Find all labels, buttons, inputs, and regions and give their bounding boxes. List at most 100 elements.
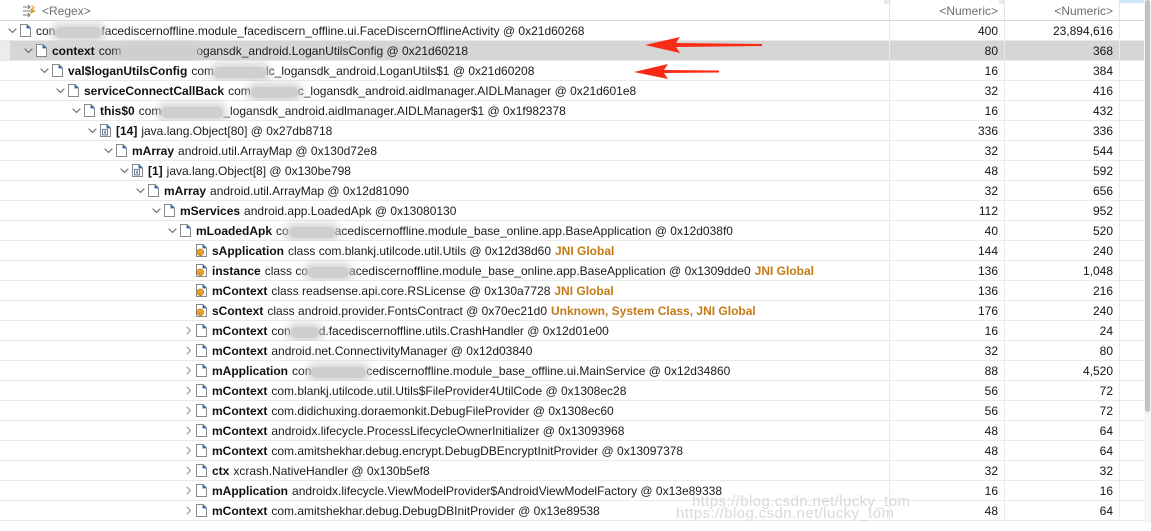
tree-row-label[interactable]: mApplication androidx.lifecycle.ViewModel… [182,481,722,500]
chevron-right-icon[interactable] [182,401,195,420]
tree-row-label[interactable]: [1] java.lang.Object[8] @ 0x130be798 [118,161,351,180]
tree-row-label[interactable]: this$0 com _logansdk_android.aidlmanager.A… [70,101,566,120]
tree-row[interactable]: context com ogansdk_android.LoganUtilsConf… [0,41,1151,61]
tree-row[interactable]: mArray android.util.ArrayMap @ 0x130d72e8… [0,141,1151,161]
tree-row-text: sApplication class com.blankj.utilcode.ut… [212,244,614,258]
tree-row[interactable]: mContext com.amitshekhar.debug.encrypt.De… [0,441,1151,461]
chevron-down-icon[interactable] [166,221,179,240]
tree-row[interactable]: mServices android.app.LoadedApk @ 0x13080… [0,201,1151,221]
tree-row-label[interactable]: con facediscernoffline.module_facediscern… [6,21,584,40]
chevron-right-icon[interactable] [182,381,195,400]
chevron-down-icon[interactable] [38,61,51,80]
tree-row[interactable]: mContext con d.facediscernoffline.utils.Cr… [0,321,1151,341]
column-header-shallow-size[interactable]: <Numeric> [890,2,1005,19]
column-separator-2 [1004,161,1005,180]
tree-row[interactable]: mContext com.didichuxing.doraemonkit.Debu… [0,401,1151,421]
instance-icon [195,501,208,520]
tree-row-label[interactable]: serviceConnectCallBack com c_logansdk_andr… [54,81,636,100]
vertical-scrollbar[interactable] [1144,0,1151,531]
tree-row-label[interactable]: mArray android.util.ArrayMap @ 0x12d81090 [134,181,409,200]
tree-row[interactable]: [14] java.lang.Object[80] @ 0x27db8718 336… [0,121,1151,141]
column-header-retained-size[interactable]: <Numeric> [1005,2,1120,19]
tree-row[interactable]: mContext com.blankj.utilcode.util.Utils$F… [0,381,1151,401]
regex-filter-input[interactable]: <Regex> [0,2,91,20]
column-separator-2 [1004,281,1005,300]
chevron-down-icon[interactable] [6,21,19,40]
chevron-right-icon[interactable] [182,321,195,340]
row-gutter [0,441,10,460]
chevron-down-icon[interactable] [70,101,83,120]
chevron-down-icon[interactable] [134,181,147,200]
instance-icon [195,341,208,360]
tree-row-label[interactable]: ctx xcrash.NativeHandler @ 0x130b5ef8 [182,461,430,480]
tree-row-label[interactable]: mContext con d.facediscernoffline.utils.Cr… [182,321,609,340]
tree-row[interactable]: mApplication con cediscernoffline.module_b… [0,361,1151,381]
tree-row[interactable]: mApplication androidx.lifecycle.ViewModel… [0,481,1151,501]
tree-row-label[interactable]: mApplication con cediscernoffline.module_b… [182,361,730,380]
vertical-scrollbar-thumb[interactable] [1145,0,1150,412]
tree-row[interactable]: [1] java.lang.Object[8] @ 0x130be798 48 592 [0,161,1151,181]
tree-row-label[interactable]: mLoadedApk co acediscernoffline.module_bas… [166,221,733,240]
tree-row-label[interactable]: mArray android.util.ArrayMap @ 0x130d72e8 [102,141,377,160]
column-separator-2 [1004,421,1005,440]
field-name: sContext [212,303,264,318]
chevron-down-icon[interactable] [102,141,115,160]
field-name: mApplication [212,363,289,378]
chevron-right-icon[interactable] [182,421,195,440]
tree-row[interactable]: c sApplication class com.blankj.utilcode.u… [0,241,1151,261]
cell-shallow-size: 16 [890,321,1005,340]
tree-row[interactable]: c sContext class android.provider.FontsCon… [0,301,1151,321]
chevron-down-icon[interactable] [54,81,67,100]
chevron-down-icon[interactable] [118,161,131,180]
chevron-right-icon[interactable] [182,361,195,380]
chevron-right-icon[interactable] [182,481,195,500]
column-separator-1 [889,101,890,120]
tree-row-label[interactable]: val$loganUtilsConfig com lc_logansdk_andro… [38,61,534,80]
field-name: serviceConnectCallBack [84,83,225,98]
field-name: mContext [212,323,268,338]
row-gutter [0,101,10,120]
tree-row[interactable]: ctx xcrash.NativeHandler @ 0x130b5ef8 32 32 [0,461,1151,481]
chevron-down-icon[interactable] [150,201,163,220]
tree-row-label[interactable]: mServices android.app.LoadedApk @ 0x13080… [150,201,456,220]
chevron-down-icon[interactable] [86,121,99,140]
chevron-right-icon[interactable] [182,461,195,480]
tree-row[interactable]: mContext androidx.lifecycle.ProcessLifecy… [0,421,1151,441]
tree-row-label[interactable]: mContext androidx.lifecycle.ProcessLifecy… [182,421,624,440]
tree-row[interactable]: val$loganUtilsConfig com lc_logansdk_andro… [0,61,1151,81]
chevron-down-icon[interactable] [22,41,35,60]
tree-row-label[interactable]: context com ogansdk_android.LoganUtilsConf… [22,41,468,60]
instance-icon [179,221,192,240]
cell-retained-size: 544 [1005,141,1120,160]
chevron-right-icon[interactable] [182,341,195,360]
chevron-right-icon[interactable] [182,501,195,520]
tree-row-label[interactable]: [14] java.lang.Object[80] @ 0x27db8718 [86,121,332,140]
tree-row-label[interactable]: c instance class co acediscernoffline.modul… [182,261,814,280]
tree-row-label[interactable]: mContext com.amitshekhar.debug.encrypt.De… [182,441,683,460]
cell-retained-size: 72 [1005,401,1120,420]
cell-shallow-size: 32 [890,141,1005,160]
tree-row-label[interactable]: mContext com.didichuxing.doraemonkit.Debu… [182,401,614,420]
tree-row[interactable]: serviceConnectCallBack com c_logansdk_andr… [0,81,1151,101]
chevron-right-icon[interactable] [182,441,195,460]
tree-row-label[interactable]: mContext com.amitshekhar.debug.DebugDBIni… [182,501,600,520]
no-expander [182,241,195,260]
tree-row[interactable]: con facediscernoffline.module_facediscern… [0,21,1151,41]
tree-row-label[interactable]: c sApplication class com.blankj.utilcode.u… [182,241,614,260]
tree-row[interactable]: mContext android.net.ConnectivityManager … [0,341,1151,361]
tree-row-label[interactable]: c sContext class android.provider.FontsCon… [182,301,756,320]
row-gutter [0,61,10,80]
cell-shallow-size: 48 [890,421,1005,440]
tree-row-label[interactable]: mContext android.net.ConnectivityManager … [182,341,532,360]
tree-row-text: mApplication con cediscernoffline.module_b… [212,364,730,378]
tree-row[interactable]: mContext com.amitshekhar.debug.DebugDBIni… [0,501,1151,521]
tree-row-label[interactable]: c mContext class readsense.api.core.RSLice… [182,281,614,300]
tree-row[interactable]: mArray android.util.ArrayMap @ 0x12d81090… [0,181,1151,201]
cell-retained-size: 72 [1005,381,1120,400]
tree-row[interactable]: mLoadedApk co acediscernoffline.module_bas… [0,221,1151,241]
tree-row-label[interactable]: mContext com.blankj.utilcode.util.Utils$F… [182,381,626,400]
reference-tree[interactable]: con facediscernoffline.module_facediscern… [0,21,1151,531]
tree-row[interactable]: this$0 com _logansdk_android.aidlmanager.A… [0,101,1151,121]
tree-row[interactable]: c mContext class readsense.api.core.RSLice… [0,281,1151,301]
tree-row[interactable]: c instance class co acediscernoffline.modul… [0,261,1151,281]
